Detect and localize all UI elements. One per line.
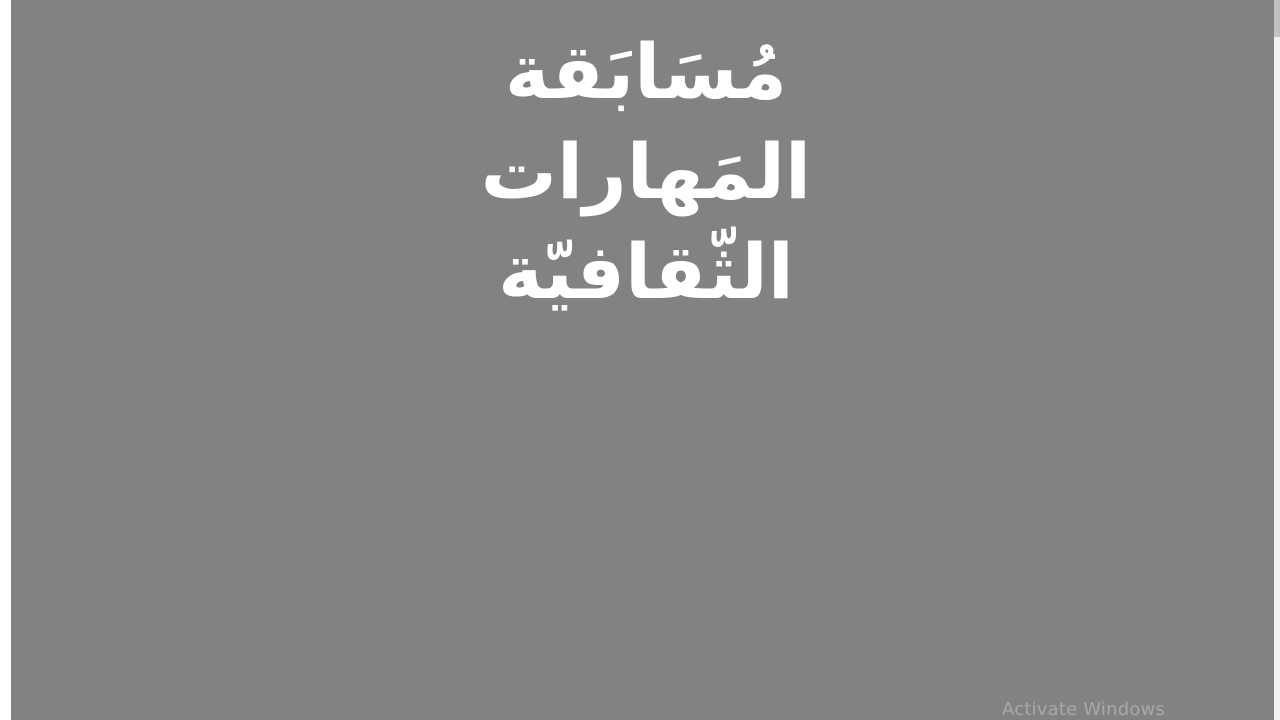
slide-canvas: مُسَابَقة المَهارات الثّقافيّة: [11, 0, 1274, 720]
title-line-2: المَهارات: [480, 127, 811, 216]
activate-windows-watermark: Activate Windows: [1002, 699, 1166, 720]
scrollbar-thumb[interactable]: [1274, 0, 1280, 37]
title-line-1: مُسَابَقة: [504, 27, 788, 116]
app-window: مُسَابَقة المَهارات الثّقافيّة Activate …: [0, 0, 1280, 720]
vertical-scrollbar[interactable]: [1274, 0, 1280, 720]
slide-title: مُسَابَقة المَهارات الثّقافيّة: [481, 22, 811, 337]
title-line-3: الثّقافيّة: [498, 227, 794, 316]
